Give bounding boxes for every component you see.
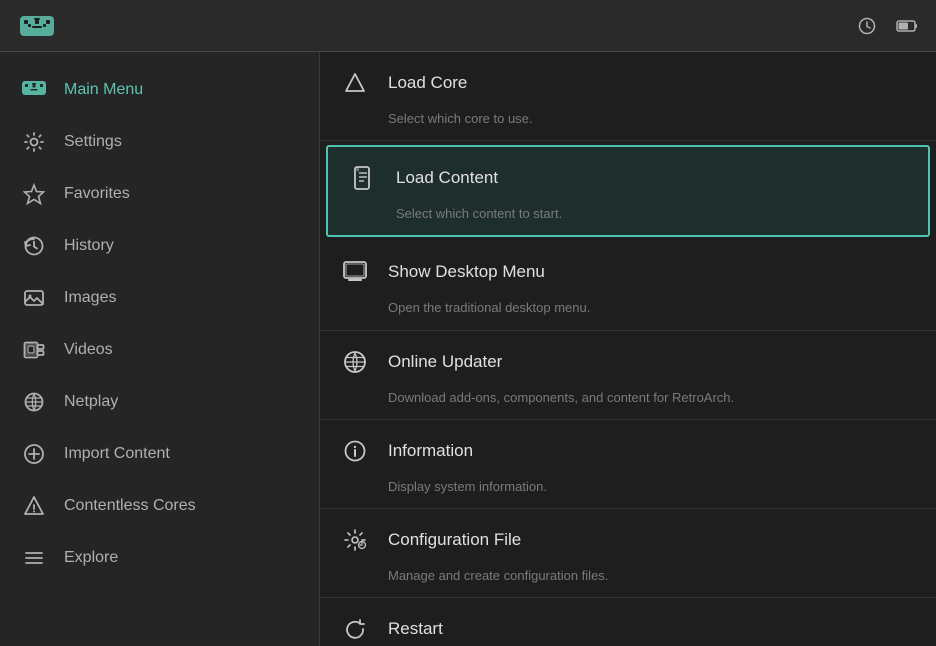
menu-item-header-load-content: Load Content (328, 147, 928, 205)
header (0, 0, 936, 52)
menu-item-icon-load-core (340, 68, 370, 98)
sidebar: Main Menu Settings Favorites History Images V… (0, 52, 320, 646)
sidebar-item-label-netplay: Netplay (64, 393, 118, 411)
sidebar-item-label-import-content: Import Content (64, 445, 170, 463)
menu-item-header-show-desktop-menu: Show Desktop Menu (320, 241, 936, 299)
menu-item-title-load-core: Load Core (388, 73, 467, 93)
menu-item-desc-information: Display system information. (320, 478, 936, 508)
menu-item-desc-configuration-file: Manage and create configuration files. (320, 567, 936, 597)
menu-item-icon-configuration-file (340, 525, 370, 555)
menu-item-title-restart: Restart (388, 619, 443, 639)
sidebar-item-label-videos: Videos (64, 341, 113, 359)
content-area: Load CoreSelect which core to use.Load C… (320, 52, 936, 646)
menu-item-desc-online-updater: Download add-ons, components, and conten… (320, 389, 936, 419)
sidebar-item-explore[interactable]: Explore (0, 532, 319, 584)
sidebar-import-content-icon (20, 440, 48, 468)
sidebar-item-videos[interactable]: Videos (0, 324, 319, 376)
sidebar-history-icon (20, 232, 48, 260)
sidebar-item-label-main-menu: Main Menu (64, 81, 143, 99)
menu-item-title-load-content: Load Content (396, 168, 498, 188)
main-layout: Main Menu Settings Favorites History Images V… (0, 52, 936, 646)
menu-item-icon-show-desktop-menu (340, 257, 370, 287)
sidebar-item-import-content[interactable]: Import Content (0, 428, 319, 480)
sidebar-item-history[interactable]: History (0, 220, 319, 272)
sidebar-item-settings[interactable]: Settings (0, 116, 319, 168)
header-left (18, 12, 70, 40)
menu-item-load-core[interactable]: Load Core Select which core to use. (320, 52, 936, 141)
sidebar-item-label-settings: Settings (64, 133, 122, 151)
sidebar-item-favorites[interactable]: Favorites (0, 168, 319, 220)
sidebar-item-label-contentless-cores: Contentless Cores (64, 497, 196, 515)
app-logo-icon (18, 12, 56, 40)
menu-item-header-information: Information (320, 420, 936, 478)
sidebar-images-icon (20, 284, 48, 312)
header-right (848, 17, 918, 35)
menu-item-title-information: Information (388, 441, 473, 461)
menu-item-icon-restart (340, 614, 370, 644)
sidebar-item-label-explore: Explore (64, 549, 118, 567)
sidebar-item-label-images: Images (64, 289, 116, 307)
battery-icon (896, 19, 918, 33)
sidebar-item-images[interactable]: Images (0, 272, 319, 324)
menu-item-desc-load-core: Select which core to use. (320, 110, 936, 140)
menu-item-online-updater[interactable]: Online Updater Download add-ons, componen… (320, 331, 936, 420)
menu-item-desc-load-content: Select which content to start. (328, 205, 928, 235)
menu-item-icon-online-updater (340, 347, 370, 377)
menu-item-information[interactable]: Information Display system information. (320, 420, 936, 509)
menu-item-desc-show-desktop-menu: Open the traditional desktop menu. (320, 299, 936, 329)
clock-icon (858, 17, 876, 35)
sidebar-item-netplay[interactable]: Netplay (0, 376, 319, 428)
menu-item-header-online-updater: Online Updater (320, 331, 936, 389)
sidebar-videos-icon (20, 336, 48, 364)
menu-item-header-restart: Restart (320, 598, 936, 646)
sidebar-main-menu-icon (20, 76, 48, 104)
sidebar-item-label-favorites: Favorites (64, 185, 130, 203)
sidebar-item-contentless-cores[interactable]: Contentless Cores (0, 480, 319, 532)
menu-item-header-configuration-file: Configuration File (320, 509, 936, 567)
sidebar-explore-icon (20, 544, 48, 572)
sidebar-item-main-menu[interactable]: Main Menu (0, 64, 319, 116)
sidebar-favorites-icon (20, 180, 48, 208)
menu-item-load-content[interactable]: Load Content Select which content to star… (326, 145, 930, 237)
menu-item-configuration-file[interactable]: Configuration File Manage and create conf… (320, 509, 936, 598)
menu-item-title-online-updater: Online Updater (388, 352, 502, 372)
sidebar-settings-icon (20, 128, 48, 156)
menu-item-icon-information (340, 436, 370, 466)
menu-item-icon-load-content (348, 163, 378, 193)
menu-item-title-show-desktop-menu: Show Desktop Menu (388, 262, 545, 282)
menu-item-show-desktop-menu[interactable]: Show Desktop Menu Open the traditional de… (320, 241, 936, 330)
sidebar-netplay-icon (20, 388, 48, 416)
sidebar-contentless-cores-icon (20, 492, 48, 520)
menu-item-restart[interactable]: RestartRestart RetroArch application. (320, 598, 936, 646)
menu-item-title-configuration-file: Configuration File (388, 530, 521, 550)
sidebar-item-label-history: History (64, 237, 114, 255)
menu-item-header-load-core: Load Core (320, 52, 936, 110)
